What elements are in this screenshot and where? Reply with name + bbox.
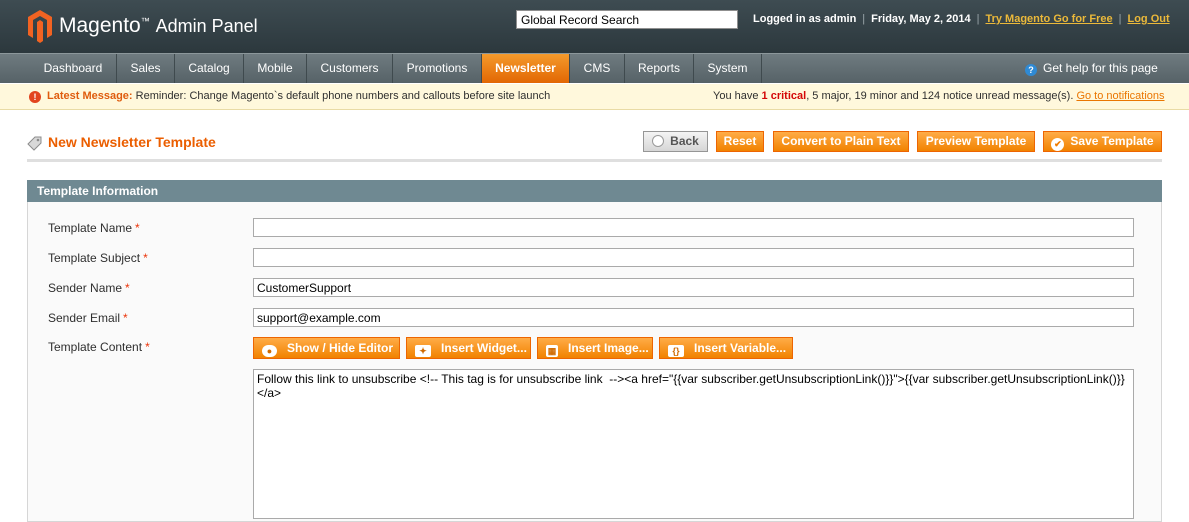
latest-message-text: Reminder: Change Magento`s default phone…: [135, 90, 551, 102]
help-icon: ?: [1025, 64, 1037, 76]
template-subject-input[interactable]: [253, 248, 1134, 267]
template-content-editor[interactable]: Follow this link to unsubscribe <!-- Thi…: [253, 369, 1134, 519]
sender-name-label: Sender Name *: [48, 281, 130, 295]
template-name-label: Template Name *: [48, 221, 140, 235]
alert-icon: !: [29, 91, 41, 103]
nav-item-catalog[interactable]: Catalog: [175, 54, 244, 83]
save-template-label: Save Template: [1070, 134, 1154, 148]
section-header: Template Information: [27, 180, 1162, 202]
save-template-button[interactable]: ✔ Save Template: [1043, 131, 1162, 152]
nav-item-system[interactable]: System: [694, 54, 762, 83]
check-icon: ✔: [1051, 138, 1065, 151]
top-header: Magento™ Admin Panel Logged in as admin |…: [0, 0, 1189, 53]
nav-item-mobile[interactable]: Mobile: [244, 54, 307, 83]
logout-link[interactable]: Log Out: [1127, 13, 1169, 25]
nav-item-dashboard[interactable]: Dashboard: [30, 54, 117, 83]
template-content-label: Template Content *: [48, 340, 150, 354]
insert-image-button[interactable]: ▦ Insert Image...: [537, 337, 653, 359]
try-magento-go-link[interactable]: Try Magento Go for Free: [985, 13, 1112, 25]
nav-item-reports[interactable]: Reports: [625, 54, 694, 83]
template-subject-label: Template Subject *: [48, 251, 148, 265]
latest-message-label: Latest Message:: [47, 90, 133, 102]
header-separator: |: [862, 13, 866, 25]
nav-item-promotions[interactable]: Promotions: [393, 54, 482, 83]
main-nav: Dashboard Sales Catalog Mobile Customers…: [0, 53, 1189, 83]
nav-item-newsletter[interactable]: Newsletter: [482, 54, 570, 83]
variable-icon: {}: [668, 345, 684, 357]
insert-widget-button[interactable]: ✦ Insert Widget...: [406, 337, 531, 359]
header-user-links: Logged in as admin | Friday, May 2, 2014 | T…: [753, 13, 1170, 25]
show-hide-editor-label: Show / Hide Editor: [287, 341, 394, 355]
help-link-label: Get help for this page: [1043, 61, 1158, 75]
message-counts-rest: , 5 major, 19 minor and 124 notice unrea…: [806, 90, 1074, 102]
sender-name-input[interactable]: [253, 278, 1134, 297]
back-arrow-icon: [652, 135, 665, 147]
newsletter-tag-icon: [27, 136, 42, 151]
header-separator: |: [976, 13, 980, 25]
show-hide-editor-button[interactable]: ● Show / Hide Editor: [253, 337, 400, 359]
header-date: Friday, May 2, 2014: [871, 13, 971, 25]
critical-count: 1 critical: [761, 90, 807, 102]
help-link[interactable]: ? Get help for this page: [1025, 54, 1158, 83]
nav-item-sales[interactable]: Sales: [117, 54, 175, 83]
logged-in-text: Logged in as admin: [753, 13, 857, 25]
image-icon: ▦: [546, 345, 558, 357]
insert-widget-label: Insert Widget...: [441, 341, 527, 355]
insert-variable-button[interactable]: {} Insert Variable...: [659, 337, 793, 359]
convert-to-plain-text-button[interactable]: Convert to Plain Text: [773, 131, 909, 152]
logo-text: Magento™ Admin Panel: [59, 14, 258, 37]
magento-logo[interactable]: Magento™ Admin Panel: [27, 9, 258, 43]
page-title: New Newsletter Template: [48, 134, 216, 150]
latest-message: Latest Message: Reminder: Change Magento…: [47, 84, 550, 109]
preview-template-button[interactable]: Preview Template: [917, 131, 1035, 152]
insert-variable-label: Insert Variable...: [694, 341, 787, 355]
eye-icon: ●: [262, 345, 277, 357]
nav-item-customers[interactable]: Customers: [307, 54, 393, 83]
reset-button[interactable]: Reset: [716, 131, 764, 152]
system-notice-bar: ! Latest Message: Reminder: Change Magen…: [0, 84, 1189, 110]
sender-email-label: Sender Email *: [48, 311, 128, 325]
title-divider: [27, 159, 1162, 162]
global-search-input[interactable]: [516, 10, 738, 29]
template-name-input[interactable]: [253, 218, 1134, 237]
go-to-notifications-link[interactable]: Go to notifications: [1076, 90, 1164, 102]
header-separator: |: [1118, 13, 1122, 25]
sender-email-input[interactable]: [253, 308, 1134, 327]
message-counts-pre: You have: [713, 90, 759, 102]
nav-item-cms[interactable]: CMS: [570, 54, 625, 83]
widget-icon: ✦: [415, 345, 431, 357]
magento-logo-icon: [28, 10, 52, 43]
back-button[interactable]: Back: [643, 131, 708, 152]
insert-image-label: Insert Image...: [568, 341, 649, 355]
back-button-label: Back: [670, 134, 699, 148]
message-counts: You have 1 critical, 5 major, 19 minor a…: [713, 84, 1165, 109]
